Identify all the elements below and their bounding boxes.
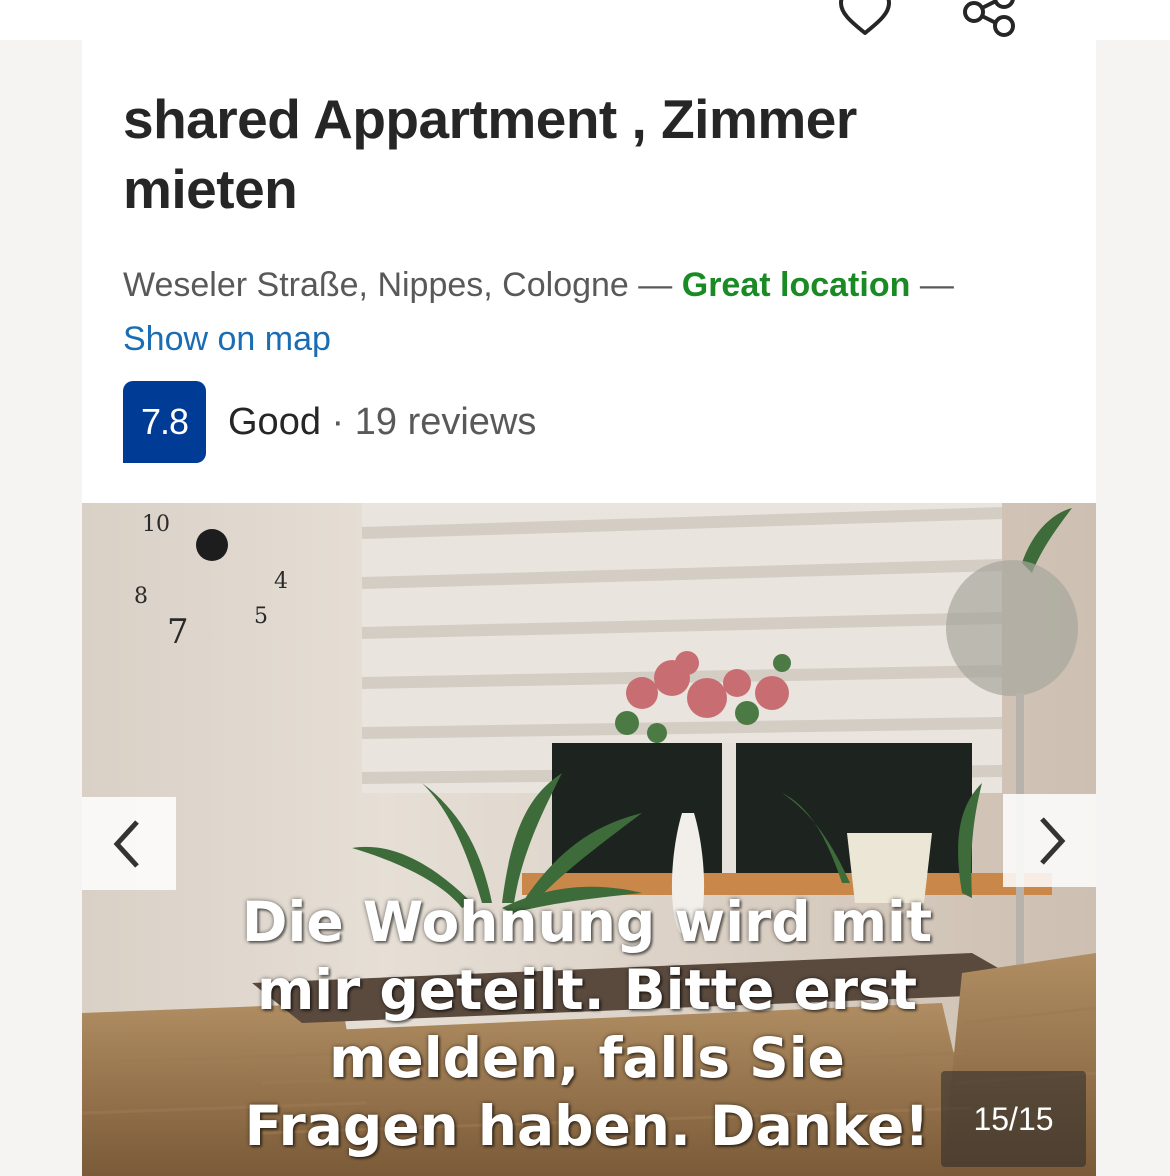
photo-caption: Die Wohnung wird mit mir geteilt. Bitte … xyxy=(241,890,933,1158)
chevron-right-icon xyxy=(1040,816,1066,865)
rating-separator: · xyxy=(331,401,345,443)
photo-counter: 15/15 xyxy=(941,1071,1086,1167)
svg-text:10: 10 xyxy=(142,512,170,537)
svg-text:5: 5 xyxy=(254,604,268,629)
share-button[interactable] xyxy=(960,0,1020,38)
address-text: Weseler Straße, Nippes, Cologne xyxy=(123,266,629,304)
svg-text:4: 4 xyxy=(274,569,288,594)
separator: — xyxy=(638,266,673,304)
svg-text:8: 8 xyxy=(134,584,148,609)
show-on-map-link[interactable]: Show on map xyxy=(123,320,331,358)
property-title: shared Appartment , Zimmer mieten xyxy=(123,88,857,220)
photo-gallery[interactable]: 10 8 7 5 4 Die Wohnung wird mit mir gete… xyxy=(82,503,1096,1176)
separator: — xyxy=(919,266,954,304)
next-photo-button[interactable] xyxy=(1003,794,1096,887)
share-nodes-icon xyxy=(963,0,1015,37)
review-count: 19 reviews xyxy=(354,401,537,443)
chevron-left-icon xyxy=(113,819,139,868)
rating-summary[interactable]: Good · 19 reviews xyxy=(228,396,536,448)
great-location-label: Great location xyxy=(681,266,911,304)
address-line: Weseler Straße, Nippes, Cologne — Great … xyxy=(123,258,1053,366)
favorite-button[interactable] xyxy=(835,0,895,38)
heart-outline-icon xyxy=(839,0,891,35)
rating-label: Good xyxy=(228,401,321,443)
svg-text:7: 7 xyxy=(167,612,189,652)
previous-photo-button[interactable] xyxy=(82,797,176,890)
review-score-badge[interactable]: 7.8 xyxy=(123,381,206,463)
